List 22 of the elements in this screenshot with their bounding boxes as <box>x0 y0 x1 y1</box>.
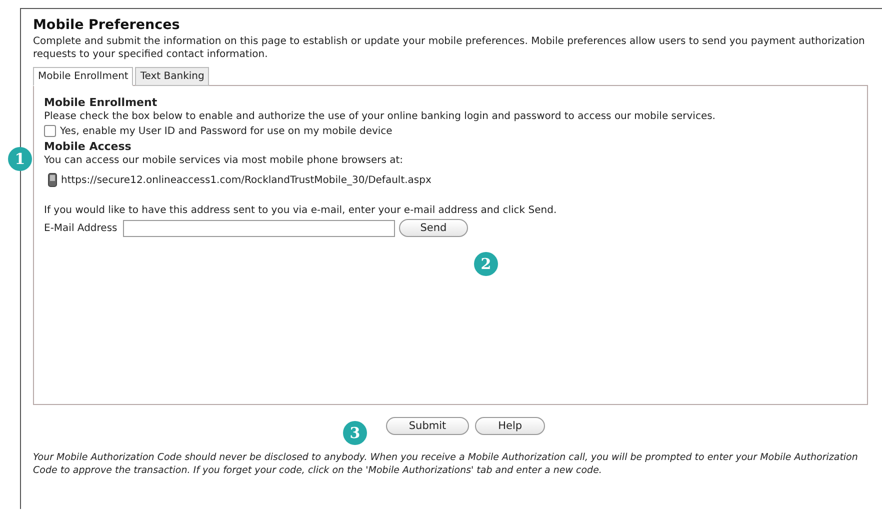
section-heading: Mobile Enrollment <box>44 96 158 109</box>
phone-icon <box>48 173 57 187</box>
callout-badge: 3 <box>343 421 367 445</box>
email-instructions: If you would like to have this address sent to you via e-mail, enter your e-mail address and click Send. <box>44 205 558 216</box>
footer-note: Your Mobile Authorization Code should never be disclosed to anybody. When you receive a Mobile Authorization call, you will be prompted to enter your Mobile Authorization Code to approve the transaction. If you forget your code, click on the 'Mobile Authorizations' tab and enter a new code. <box>33 451 859 477</box>
send-button[interactable]: Send <box>399 219 468 237</box>
enrollment-text: Please check the box below to enable and authorize the use of your online banking login and password to access our mobile services. <box>44 111 716 122</box>
checkbox[interactable] <box>44 125 56 137</box>
access-text: You can access our mobile services via most mobile phone browsers at: <box>44 155 404 166</box>
email-label: E-Mail Address <box>44 222 118 234</box>
callout-badge: 1 <box>8 147 32 171</box>
section-heading: Mobile Access <box>44 140 132 153</box>
tab[interactable]: Mobile Enrollment <box>33 67 134 86</box>
callout-badge: 2 <box>474 252 498 276</box>
checkbox-label: Yes, enable my User ID and Password for use on my mobile device <box>60 126 392 136</box>
form-button[interactable]: Help <box>475 417 546 435</box>
mobile-url: https://secure12.onlineaccess1.com/RocklandTrustMobile_30/Default.aspx <box>61 174 432 186</box>
form-button[interactable]: Submit <box>386 417 470 435</box>
tab[interactable]: Text Banking <box>135 67 210 86</box>
page-title: Mobile Preferences <box>33 17 181 33</box>
intro-text: Complete and submit the information on this page to establish or update your mobile preferences. Mobile preferences allow users to send you payment authorization requests to your specified contact information. <box>33 35 866 61</box>
email-field[interactable] <box>123 220 396 236</box>
